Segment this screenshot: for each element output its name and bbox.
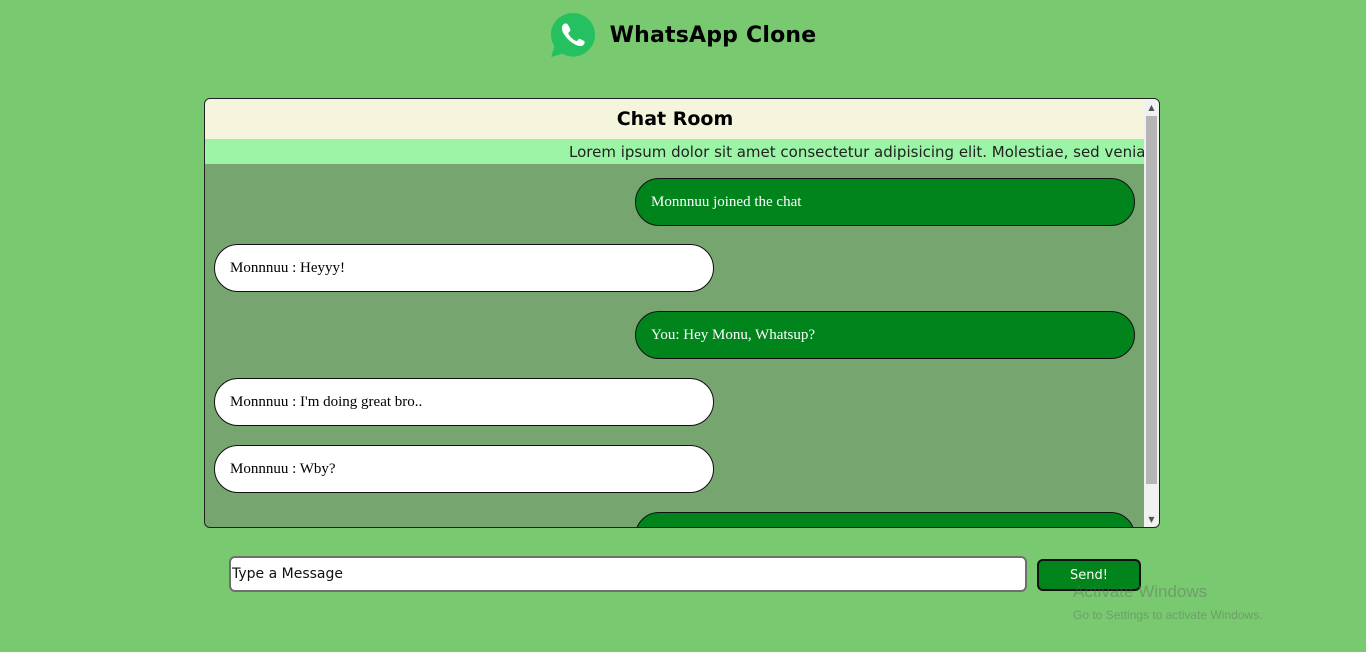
- windows-activation-watermark: Activate Windows Go to Settings to activ…: [1073, 582, 1262, 622]
- marquee-text: Lorem ipsum dolor sit amet consectetur a…: [569, 143, 1145, 161]
- app-title: WhatsApp Clone: [609, 22, 817, 48]
- scrollbar-thumb[interactable]: [1146, 116, 1157, 484]
- watermark-title: Activate Windows: [1073, 582, 1208, 601]
- message-list[interactable]: Monnnuu joined the chat Monnnuu : Heyyy!…: [205, 164, 1145, 527]
- scroll-up-arrow-icon[interactable]: ▲: [1144, 99, 1159, 115]
- message-text: Monnnuu : Wby?: [230, 460, 336, 477]
- message-bubble-received: Monnnuu : Heyyy!: [214, 244, 714, 292]
- chat-container: Chat Room Lorem ipsum dolor sit amet con…: [204, 98, 1160, 528]
- message-bubble-sent: You: Hey Monu, Whatsup?: [635, 311, 1135, 359]
- message-text: Monnnuu : Heyyy!: [230, 259, 345, 276]
- message-input[interactable]: [229, 556, 1027, 592]
- message-text: You: Hey Monu, Whatsup?: [651, 326, 816, 343]
- whatsapp-logo-icon: [550, 13, 595, 57]
- message-bubble-received: Monnnuu : I'm doing great bro..: [214, 378, 714, 426]
- watermark-subtitle: Go to Settings to activate Windows.: [1073, 608, 1263, 622]
- message-text: Monnnuu joined the chat: [651, 193, 802, 210]
- message-bubble-sent: [635, 512, 1135, 527]
- message-bubble-received: Monnnuu : Wby?: [214, 445, 714, 493]
- chat-room-title: Chat Room: [616, 108, 734, 130]
- chat-room-header: Chat Room: [205, 99, 1145, 140]
- chat-scrollbar[interactable]: ▲ ▼: [1144, 99, 1159, 527]
- message-text: Monnnuu : I'm doing great bro..: [230, 393, 423, 410]
- app-header: WhatsApp Clone: [0, 10, 1366, 60]
- scroll-down-arrow-icon[interactable]: ▼: [1144, 511, 1159, 527]
- message-bubble-sent: Monnnuu joined the chat: [635, 178, 1135, 226]
- marquee-banner: Lorem ipsum dolor sit amet consectetur a…: [205, 140, 1145, 164]
